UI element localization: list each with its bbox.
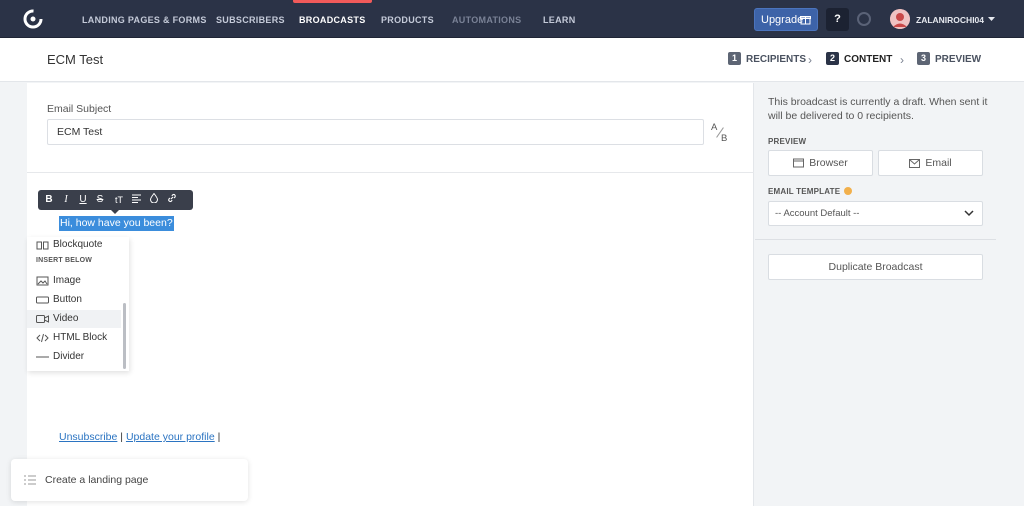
draft-status-text: This broadcast is currently a draft. Whe…: [768, 96, 988, 122]
step-preview[interactable]: 3 PREVIEW: [917, 38, 981, 82]
underline-button[interactable]: U: [75, 190, 91, 210]
browser-button-label: Browser: [809, 157, 848, 169]
toast-label: Create a landing page: [45, 474, 149, 486]
unsubscribe-link[interactable]: Unsubscribe: [59, 431, 117, 443]
update-profile-link[interactable]: Update your profile: [126, 431, 215, 443]
list-icon: [24, 475, 36, 485]
page-title: ECM Test: [47, 52, 104, 67]
insert-menu: Blockquote INSERT BELOW Image Button Vid…: [27, 237, 129, 371]
quote-icon: [36, 241, 49, 250]
button-icon: [36, 296, 49, 304]
ab-test-toggle[interactable]: A B: [709, 119, 733, 145]
chevron-down-icon: [964, 210, 974, 217]
ab-b-label: B: [721, 133, 728, 144]
menu-item-label: Image: [53, 275, 81, 286]
email-editor: Email Subject ECM Test A B B I U S tT Hi…: [27, 83, 754, 506]
color-button[interactable]: [146, 190, 162, 210]
text-size-button[interactable]: tT: [111, 190, 127, 210]
footer-separator-trailing: |: [217, 431, 221, 443]
strikethrough-button[interactable]: S: [92, 190, 108, 210]
menu-item-blockquote[interactable]: Blockquote: [27, 236, 121, 254]
create-landing-page-prompt[interactable]: Create a landing page: [11, 459, 248, 501]
step-label: RECIPIENTS: [746, 54, 807, 65]
menu-item-divider[interactable]: Divider: [27, 348, 121, 366]
step-recipients[interactable]: 1 RECIPIENTS: [728, 38, 806, 82]
bold-button[interactable]: B: [41, 190, 57, 210]
subject-input[interactable]: ECM Test: [47, 119, 704, 145]
step-label: PREVIEW: [935, 54, 982, 65]
browser-icon: [793, 158, 805, 168]
browser-preview-button[interactable]: Browser: [768, 150, 873, 176]
align-left-icon: [131, 194, 141, 203]
step-content[interactable]: 2 CONTENT: [826, 38, 892, 82]
step-label: CONTENT: [844, 54, 893, 65]
nav-automations[interactable]: AUTOMATIONS: [452, 0, 521, 38]
email-preview-button[interactable]: Email: [878, 150, 983, 176]
selected-text[interactable]: Hi, how have you been?: [59, 216, 174, 231]
help-button[interactable]: ?: [826, 8, 849, 31]
menu-item-video[interactable]: Video: [27, 310, 121, 328]
nav-landing-pages[interactable]: LANDING PAGES & FORMS: [82, 0, 207, 38]
nav-broadcasts[interactable]: BROADCASTS: [293, 0, 371, 38]
color-drop-icon: [149, 192, 159, 204]
duplicate-broadcast-button[interactable]: Duplicate Broadcast: [768, 254, 983, 280]
menu-item-label: Divider: [53, 351, 85, 362]
user-name: ZALANIROCHI04: [916, 15, 985, 25]
divider-icon: [36, 356, 49, 358]
upgrade-label: Upgrade: [761, 14, 804, 26]
menu-item-label: Video: [53, 313, 79, 324]
insert-below-heading: INSERT BELOW: [36, 257, 93, 264]
menu-item-image[interactable]: Image: [27, 272, 121, 290]
avatar[interactable]: [890, 9, 910, 29]
code-icon: [36, 333, 49, 343]
nav-learn[interactable]: LEARN: [543, 0, 576, 38]
subject-label: Email Subject: [47, 103, 112, 115]
gift-icon: [800, 16, 811, 25]
step-chevron-icon: ›: [900, 53, 904, 67]
align-button[interactable]: [128, 190, 144, 210]
video-icon: [36, 315, 49, 323]
image-icon: [36, 276, 49, 286]
loading-spinner-icon: [857, 12, 871, 26]
email-button-label: Email: [925, 157, 952, 169]
link-icon: [168, 193, 176, 203]
menu-item-html-block[interactable]: HTML Block: [27, 329, 121, 347]
italic-button[interactable]: I: [58, 190, 74, 210]
logo-icon[interactable]: [22, 8, 44, 30]
right-sidebar: This broadcast is currently a draft. Whe…: [755, 83, 1024, 506]
menu-item-label: Blockquote: [53, 239, 103, 250]
menu-item-label: HTML Block: [53, 332, 108, 343]
step-number: 2: [826, 52, 839, 65]
sidebar-divider: [755, 239, 996, 240]
section-divider: [27, 172, 754, 173]
preview-label: PREVIEW: [768, 137, 807, 146]
template-select-value: -- Account Default --: [775, 208, 860, 219]
step-chevron-icon: ›: [808, 53, 812, 67]
top-navigation: LANDING PAGES & FORMS SUBSCRIBERS BROADC…: [0, 0, 1024, 38]
upgrade-button[interactable]: Upgrade: [754, 8, 818, 31]
ab-a-label: A: [711, 122, 718, 133]
page-header: ECM Test 1 RECIPIENTS › 2 CONTENT › 3 PREVI…: [0, 38, 1024, 82]
nav-subscribers[interactable]: SUBSCRIBERS: [216, 0, 285, 38]
email-template-select[interactable]: -- Account Default --: [768, 201, 983, 226]
user-menu[interactable]: ZALANIROCHI04: [916, 0, 996, 38]
menu-scrollbar[interactable]: [123, 303, 126, 369]
nav-products[interactable]: PRODUCTS: [381, 0, 434, 38]
menu-item-button[interactable]: Button: [27, 291, 121, 309]
step-number: 3: [917, 52, 930, 65]
format-toolbar: B I U S tT: [38, 190, 193, 214]
step-number: 1: [728, 52, 741, 65]
footer-separator: |: [120, 431, 124, 443]
email-footer: Unsubscribe | Update your profile |: [59, 431, 220, 443]
menu-item-label: Button: [53, 294, 82, 305]
email-template-label: EMAIL TEMPLATE: [768, 187, 853, 196]
status-dot: [844, 187, 853, 195]
chevron-down-icon: [988, 17, 996, 21]
template-label-text: EMAIL TEMPLATE: [768, 187, 841, 196]
link-button[interactable]: [164, 190, 180, 210]
envelope-icon: [909, 159, 921, 168]
